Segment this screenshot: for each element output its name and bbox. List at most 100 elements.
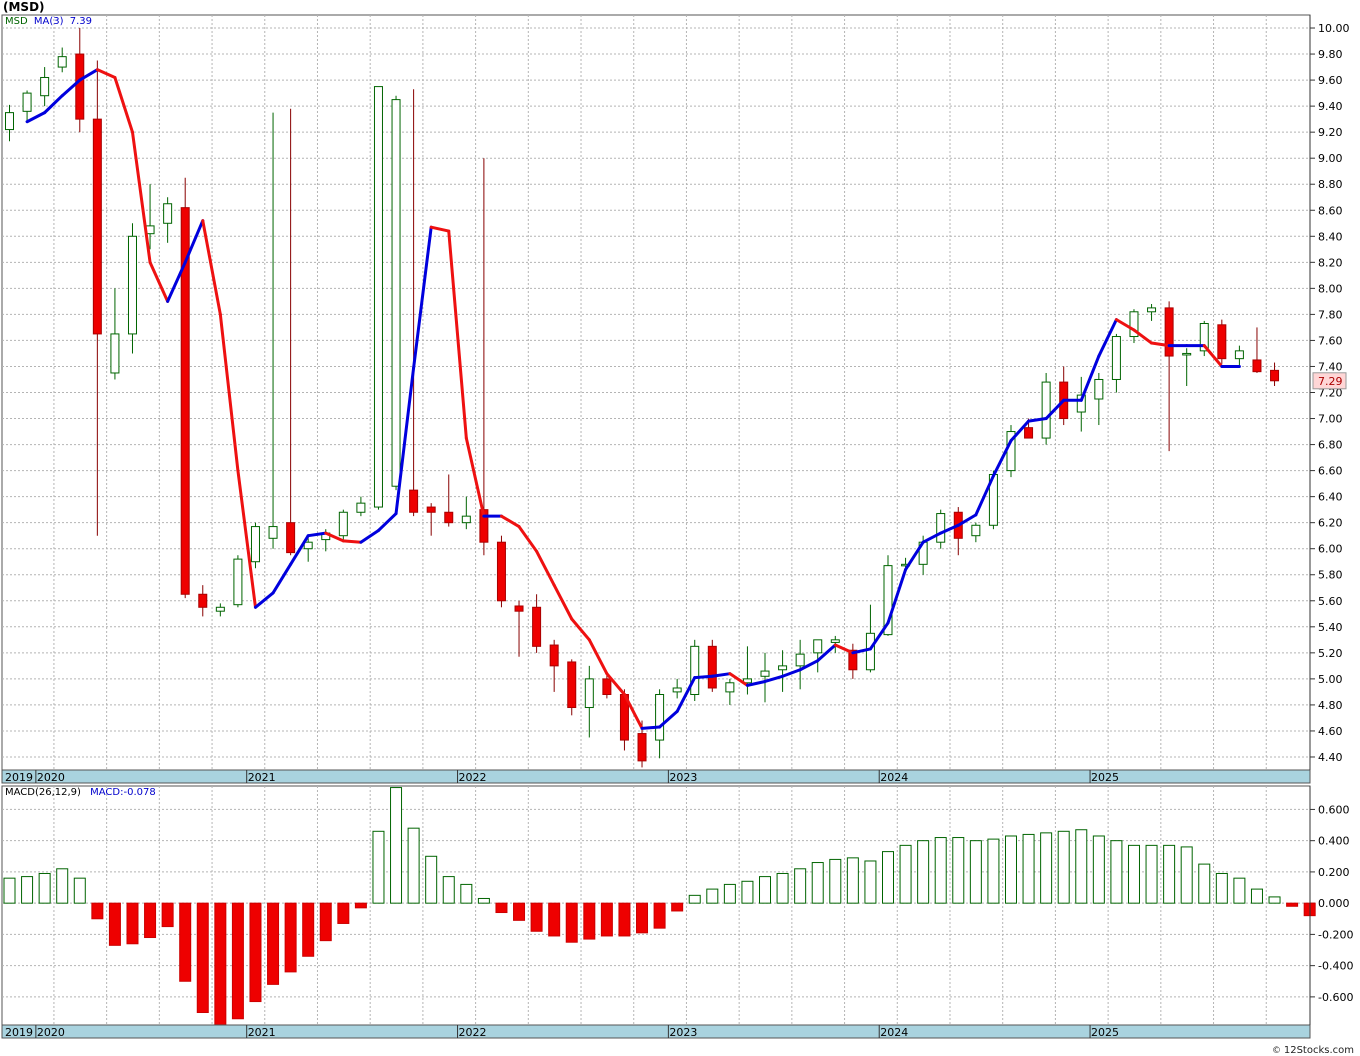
price-legend: MSD MA(3) 7.39 <box>5 16 92 27</box>
last-price-label: 7.29 <box>1318 375 1343 388</box>
macd-bar-positive <box>3 877 16 904</box>
year-label: 2021 <box>248 771 276 784</box>
macd-bar-negative <box>671 902 684 912</box>
price-tick-label: 8.00 <box>1318 282 1343 295</box>
price-tick-label: 5.40 <box>1318 621 1343 634</box>
candle-up <box>338 511 348 537</box>
macd-tick-label: 0.200 <box>1318 866 1350 879</box>
year-label: 2022 <box>459 1026 487 1039</box>
macd-bar-negative <box>249 902 262 1003</box>
candle-down <box>198 593 208 608</box>
macd-bar-negative <box>231 902 244 1020</box>
macd-bar-positive <box>899 844 912 904</box>
macd-bar-positive <box>1040 832 1053 904</box>
candle-up <box>971 524 981 537</box>
macd-bar-positive <box>1250 888 1263 904</box>
macd-bar-positive <box>688 894 701 904</box>
macd-bar-positive <box>1004 835 1017 904</box>
candle-down <box>532 606 542 647</box>
macd-bar-positive <box>759 876 772 904</box>
macd-bar-negative <box>196 902 209 1014</box>
price-tick-label: 7.40 <box>1318 360 1343 373</box>
candle-down <box>567 661 577 709</box>
macd-bar-positive <box>723 883 736 904</box>
macd-bar-positive <box>1215 872 1228 904</box>
candle-up <box>303 541 313 550</box>
macd-bar-positive <box>846 857 859 904</box>
macd-bar-negative <box>530 902 543 932</box>
candle-down <box>75 53 85 120</box>
ma-label: MA(3) <box>33 16 64 27</box>
price-tick-label: 6.20 <box>1318 517 1343 530</box>
macd-bar-negative <box>214 902 227 1026</box>
macd-bar-negative <box>653 902 666 929</box>
macd-bar-positive <box>1127 844 1140 904</box>
price-tick-label: 5.60 <box>1318 595 1343 608</box>
macd-bar-negative <box>618 902 631 937</box>
candle-down <box>1217 324 1227 360</box>
year-label: 2025 <box>1091 771 1119 784</box>
macd-bar-positive <box>442 876 455 904</box>
candle-up <box>725 682 735 693</box>
price-tick-label: 4.40 <box>1318 751 1343 764</box>
macd-bar-positive <box>864 860 877 904</box>
macd-bar-negative <box>144 902 157 939</box>
candle-up <box>778 665 788 671</box>
candle-up <box>1147 307 1157 313</box>
macd-bar-negative <box>267 902 280 985</box>
candle-down <box>602 678 612 696</box>
macd-bar-negative <box>583 902 596 940</box>
price-tick-label: 5.80 <box>1318 569 1343 582</box>
ma-line-segment <box>693 674 714 680</box>
candle-up <box>813 639 823 654</box>
candle-up <box>672 687 682 693</box>
year-label: 2020 <box>37 771 65 784</box>
price-tick-label: 7.80 <box>1318 308 1343 321</box>
candle-up <box>830 639 840 643</box>
macd-bar-positive <box>776 872 789 904</box>
year-label: 2024 <box>880 1026 908 1039</box>
candle-up <box>215 606 225 612</box>
candle-down <box>1252 359 1262 373</box>
ma-line-segment <box>640 725 662 730</box>
candle-up <box>690 645 700 695</box>
macd-bar-positive <box>460 883 473 904</box>
candle-down <box>426 506 436 513</box>
candle-up <box>1041 381 1051 439</box>
macd-tick-label: 0.600 <box>1318 803 1350 816</box>
candle-down <box>496 541 506 602</box>
candle-up <box>22 92 32 112</box>
macd-bar-negative <box>302 902 315 957</box>
candle-up <box>268 526 278 539</box>
macd-bar-positive <box>390 787 403 904</box>
macd-bar-positive <box>1180 846 1193 904</box>
macd-bar-negative <box>179 902 192 982</box>
macd-label: MACD(26,12,9) <box>5 787 81 798</box>
price-tick-label: 6.00 <box>1318 543 1343 556</box>
macd-bar-negative <box>126 902 139 945</box>
macd-bar-negative <box>284 902 297 973</box>
macd-bar-positive <box>882 851 894 904</box>
candle-down <box>549 644 559 667</box>
price-tick-label: 9.60 <box>1318 74 1343 87</box>
year-label: 2019 <box>5 771 33 784</box>
year-label: 2023 <box>669 771 697 784</box>
macd-bar-positive <box>917 840 930 904</box>
macd-bar-positive <box>706 888 719 904</box>
macd-bar-negative <box>161 902 174 928</box>
candle-up <box>5 112 14 131</box>
candle-up <box>1111 336 1121 380</box>
year-label: 2025 <box>1091 1026 1119 1039</box>
macd-bar-positive <box>1110 840 1123 904</box>
stock-chart: 4.40 4.60 4.80 5.00 5.20 5.40 5.60 5.80 6.00 6.20… <box>1 14 1353 1039</box>
ma-value: 7.39 <box>69 16 92 27</box>
macd-bar-negative <box>91 902 104 920</box>
macd-tick-label: -0.400 <box>1318 960 1353 973</box>
candle-up <box>110 333 120 374</box>
site-credit: © 12Stocks.com <box>1271 1045 1354 1056</box>
year-label: 2020 <box>37 1026 65 1039</box>
candle-up <box>1234 350 1244 360</box>
macd-bar-positive <box>741 880 754 904</box>
candle-up <box>373 86 383 508</box>
price-tick-label: 6.40 <box>1318 491 1343 504</box>
